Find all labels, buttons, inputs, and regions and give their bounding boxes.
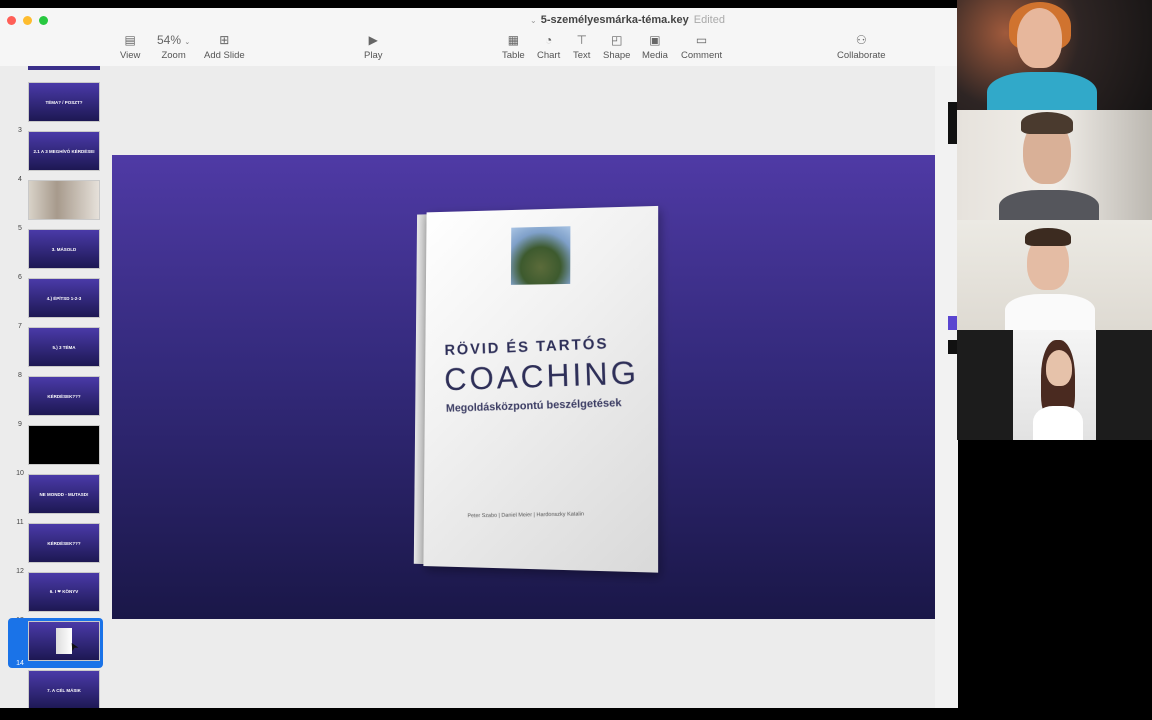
table-icon: ▦	[507, 33, 520, 47]
slide-preview-title: 4.) ÉPÍTSD 1-2-3	[46, 295, 82, 301]
media-button[interactable]: ▣ Media	[642, 32, 668, 61]
slide-preview-title: KÉRDÉSEK???	[47, 393, 81, 399]
document-title[interactable]: ⌄ 5-személyesmárka-téma.key Edited	[530, 14, 725, 26]
add-slide-button[interactable]: ⊞ Add Slide	[204, 32, 245, 61]
slide-thumbnail-9[interactable]: 9 KÉRDÉSEK???	[0, 376, 110, 428]
slide-preview-title: KÉRDÉSEK???	[47, 540, 81, 546]
slide-thumbnail-6[interactable]: 6 3. MÁSOLD	[0, 229, 110, 281]
slide-thumbnail-partial[interactable]	[28, 66, 100, 70]
keynote-window: ⌄ 5-személyesmárka-téma.key Edited ▤ View…	[0, 8, 958, 708]
slide-preview-title: 6. I ❤ KÖNYV	[49, 589, 79, 594]
toolbar: ⌄ 5-személyesmárka-téma.key Edited ▤ View…	[0, 8, 958, 67]
chart-icon: ◔	[544, 33, 553, 47]
slide-preview: 2.1 A 3 MEGHÍVÓ KÉRDÉSEI	[28, 131, 100, 171]
slide-preview: KÉRDÉSEK???	[28, 376, 100, 416]
video-participant-3	[957, 220, 1152, 330]
slide-preview-title: 3. MÁSOLD	[51, 246, 77, 252]
current-slide[interactable]: RÖVID ÉS TARTÓS COACHING Megoldásközpont…	[112, 155, 935, 619]
video-participant-2	[957, 110, 1152, 220]
document-status: Edited	[693, 14, 725, 26]
slide-preview: ➤	[28, 621, 100, 661]
slide-thumbnail-11[interactable]: 11 NE MONDD - MUTASD!	[0, 474, 110, 526]
participant-hair	[1021, 112, 1073, 134]
inspector-fragment	[948, 102, 957, 144]
chevron-down-icon: ⌄	[530, 16, 537, 25]
participant-body	[987, 72, 1097, 110]
slide-thumbnail-3[interactable]: 3 TÉMA? / POSZT?	[0, 82, 110, 134]
text-button[interactable]: ⊤ Text	[573, 32, 590, 61]
slide-preview: 6. I ❤ KÖNYV	[28, 572, 100, 612]
slide-preview-title: 2.1 A 3 MEGHÍVÓ KÉRDÉSEI	[33, 148, 95, 154]
slide-thumbnail-15[interactable]: 157. A CÉL MÁSIK	[0, 670, 110, 708]
slide-preview	[28, 425, 100, 465]
participant-head	[1017, 8, 1062, 68]
participant-body	[1005, 294, 1095, 330]
media-icon: ▣	[649, 33, 661, 47]
slide-thumbnail-7[interactable]: 7 4.) ÉPÍTSD 1-2-3	[0, 278, 110, 330]
slide-thumbnail-8[interactable]: 8 5.) 3 TÉMA	[0, 327, 110, 379]
slide-thumbnail-4[interactable]: 4 2.1 A 3 MEGHÍVÓ KÉRDÉSEI	[0, 131, 110, 183]
video-frame	[1013, 330, 1096, 440]
video-participant-4	[957, 330, 1152, 440]
cover-photo	[510, 226, 571, 285]
book-title-line2: COACHING	[443, 354, 640, 398]
slide-preview-title: TÉMA? / POSZT?	[45, 99, 83, 105]
slide-thumbnail-14[interactable]: 14 ➤	[0, 618, 110, 669]
zoom-button[interactable]: 54% ⌄ Zoom	[157, 32, 190, 61]
participant-hair	[1025, 228, 1071, 246]
slide-preview: TÉMA? / POSZT?	[28, 82, 100, 122]
play-button[interactable]: ▶ Play	[364, 32, 382, 61]
comment-button[interactable]: ▭ Comment	[681, 32, 722, 61]
zoom-value: 54% ⌄	[157, 33, 191, 47]
play-icon: ▶	[368, 33, 378, 47]
comment-icon: ▭	[695, 33, 708, 47]
inspector-edge	[935, 66, 958, 708]
slide-thumbnail-12[interactable]: 12 KÉRDÉSEK???	[0, 523, 110, 575]
document-name: 5-személyesmárka-téma.key	[540, 14, 689, 26]
slide-thumbnail-10[interactable]: 10	[0, 425, 110, 477]
slide-preview: 4.) ÉPÍTSD 1-2-3	[28, 278, 100, 318]
inspector-fragment	[948, 340, 957, 354]
text-icon: ⊤	[576, 33, 587, 47]
slide-preview: NE MONDD - MUTASD!	[28, 474, 100, 514]
minimize-window-button[interactable]	[23, 16, 32, 25]
slide-number: 14	[16, 660, 24, 667]
slide-preview: 5.) 3 TÉMA	[28, 327, 100, 367]
slide-preview	[28, 180, 100, 220]
sidebar-icon: ▤	[124, 33, 136, 47]
add-slide-icon: ⊞	[219, 33, 230, 47]
maximize-window-button[interactable]	[39, 16, 48, 25]
collaborate-button[interactable]: ⚇ Collaborate	[837, 32, 886, 61]
participant-body	[1033, 406, 1083, 440]
slide-preview: KÉRDÉSEK???	[28, 523, 100, 563]
chart-button[interactable]: ◔ Chart	[537, 32, 560, 61]
book-subtitle: Megoldásközpontú beszélgetések	[445, 397, 622, 415]
book-authors: Peter Szabo | Daniel Meier | Hardonszky …	[467, 511, 585, 520]
slide-preview-title: 5.) 3 TÉMA	[52, 344, 76, 350]
close-window-button[interactable]	[7, 16, 16, 25]
slide-preview: 3. MÁSOLD	[28, 229, 100, 269]
video-participant-1	[957, 0, 1152, 110]
participant-body	[999, 190, 1099, 220]
slide-canvas-area: RÖVID ÉS TARTÓS COACHING Megoldásközpont…	[110, 66, 935, 708]
shape-icon: ◰	[611, 33, 623, 47]
slide-thumbnail-5[interactable]: 5	[0, 180, 110, 232]
collaborate-icon: ⚇	[855, 33, 867, 47]
book-cover: RÖVID ÉS TARTÓS COACHING Megoldásközpont…	[423, 205, 659, 573]
participant-head	[1046, 350, 1072, 386]
slide-preview: 7. A CÉL MÁSIK	[28, 670, 100, 708]
slide-preview-title: NE MONDD - MUTASD!	[39, 491, 89, 497]
book-image[interactable]: RÖVID ÉS TARTÓS COACHING Megoldásközpont…	[413, 205, 659, 573]
inspector-fragment	[948, 316, 957, 330]
table-button[interactable]: ▦ Table	[502, 32, 525, 61]
slide-thumbnail-13[interactable]: 136. I ❤ KÖNYV	[0, 572, 110, 624]
slide-navigator[interactable]: 3 TÉMA? / POSZT? 4 2.1 A 3 MEGHÍVÓ KÉRDÉSEI…	[0, 66, 110, 708]
slide-preview-title: 7. A CÉL MÁSIK	[47, 687, 81, 693]
view-button[interactable]: ▤ View	[120, 32, 140, 61]
shape-button[interactable]: ◰ Shape	[603, 32, 630, 61]
